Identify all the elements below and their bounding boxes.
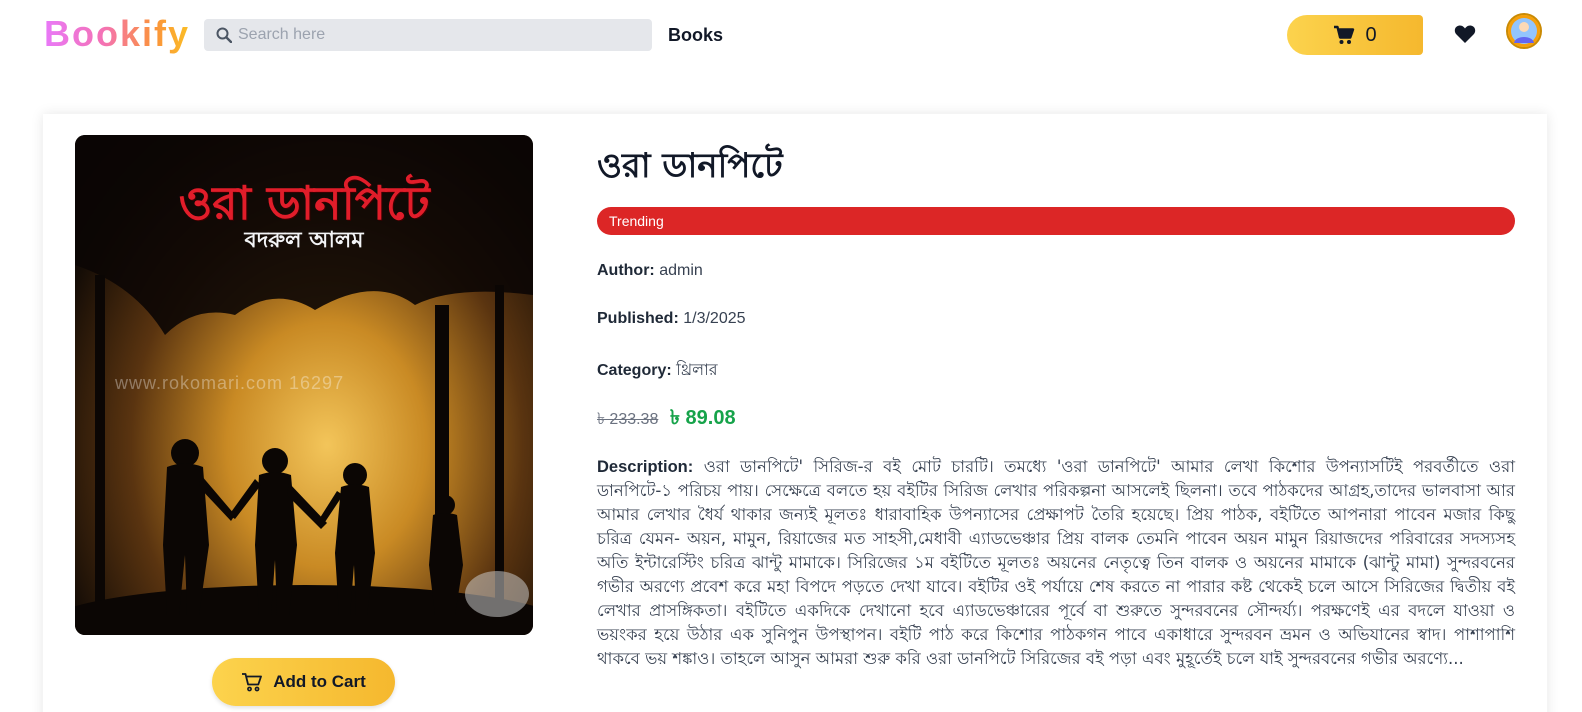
add-to-cart-button[interactable]: Add to Cart [212,658,395,706]
nav-link-books[interactable]: Books [668,25,723,46]
book-title: ওরা ডানপিটে [597,146,783,186]
published-value: 1/3/2025 [683,310,746,327]
description-label: Description: [597,458,694,476]
cart-button[interactable]: 0 [1287,15,1423,55]
cover-author: বদরুল আলম [244,228,364,253]
author-value: admin [659,262,703,279]
brand-logo[interactable]: Bookify [44,12,190,56]
published-label: Published: [597,310,679,327]
add-to-cart-label: Add to Cart [273,672,366,691]
user-avatar-icon [1508,15,1540,47]
author-row: Author: admin [597,262,703,280]
trending-badge: Trending [597,207,1515,235]
search-bar[interactable] [204,19,652,51]
search-icon [216,27,232,43]
navbar: Bookify Books 0 [0,0,1582,72]
author-label: Author: [597,262,655,279]
original-price: ৳ 233.38 [597,411,659,428]
category-label: Category: [597,362,672,379]
book-description: Description: ওরা ডানপিটে' সিরিজ-র বই মোট… [597,455,1515,671]
search-input[interactable] [238,26,638,44]
category-row: Category: থ্রিলার [597,357,718,384]
published-row: Published: 1/3/2025 [597,310,746,328]
heart-icon[interactable] [1454,24,1476,44]
description-text: ওরা ডানপিটে' সিরিজ-র বই মোট চারটি। তমধ্য… [597,457,1515,668]
avatar[interactable] [1506,13,1542,49]
discount-price: ৳ 89.08 [670,407,736,429]
cover-watermark: www.rokomari.com 16297 [115,373,345,393]
cart-icon [1334,25,1355,44]
cover-stamp [465,571,529,617]
cart-outline-icon [242,673,263,692]
category-value: থ্রিলার [676,362,718,379]
cart-count: 0 [1365,23,1377,46]
book-cover-image: ওরা ডানপিটে বদরুল আলম www.rokomari.com 1… [75,135,533,635]
